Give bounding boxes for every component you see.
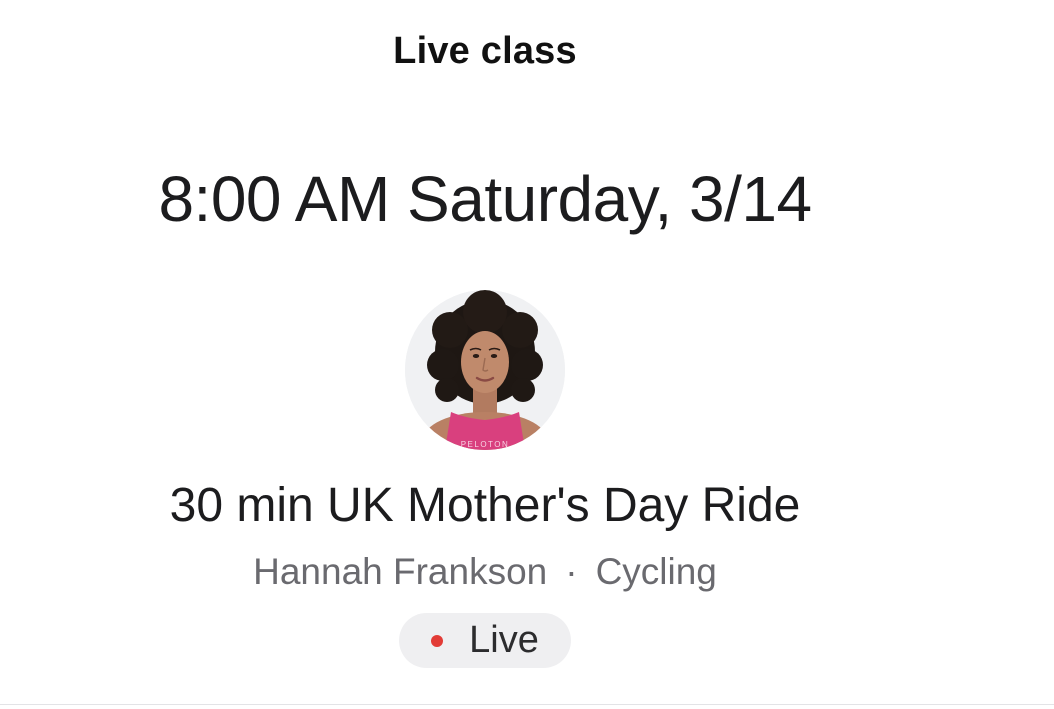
instructor-avatar-image: PELOTON	[405, 290, 565, 450]
live-status-label: Live	[469, 619, 539, 661]
bottom-divider	[0, 704, 1054, 705]
live-dot-icon	[431, 634, 444, 647]
meta-separator: ·	[565, 551, 578, 592]
class-meta: Hannah Frankson · Cycling	[0, 551, 970, 593]
page-title: Live class	[393, 30, 577, 72]
shirt-logo-text: PELOTON	[461, 440, 510, 449]
live-status-badge: Live	[399, 613, 571, 668]
class-discipline: Cycling	[595, 551, 717, 592]
class-datetime: 8:00 AM Saturday, 3/14	[158, 163, 812, 235]
instructor-name[interactable]: Hannah Frankson	[253, 551, 547, 592]
class-title: 30 min UK Mother's Day Ride	[169, 479, 801, 532]
instructor-avatar[interactable]: PELOTON	[405, 290, 565, 450]
